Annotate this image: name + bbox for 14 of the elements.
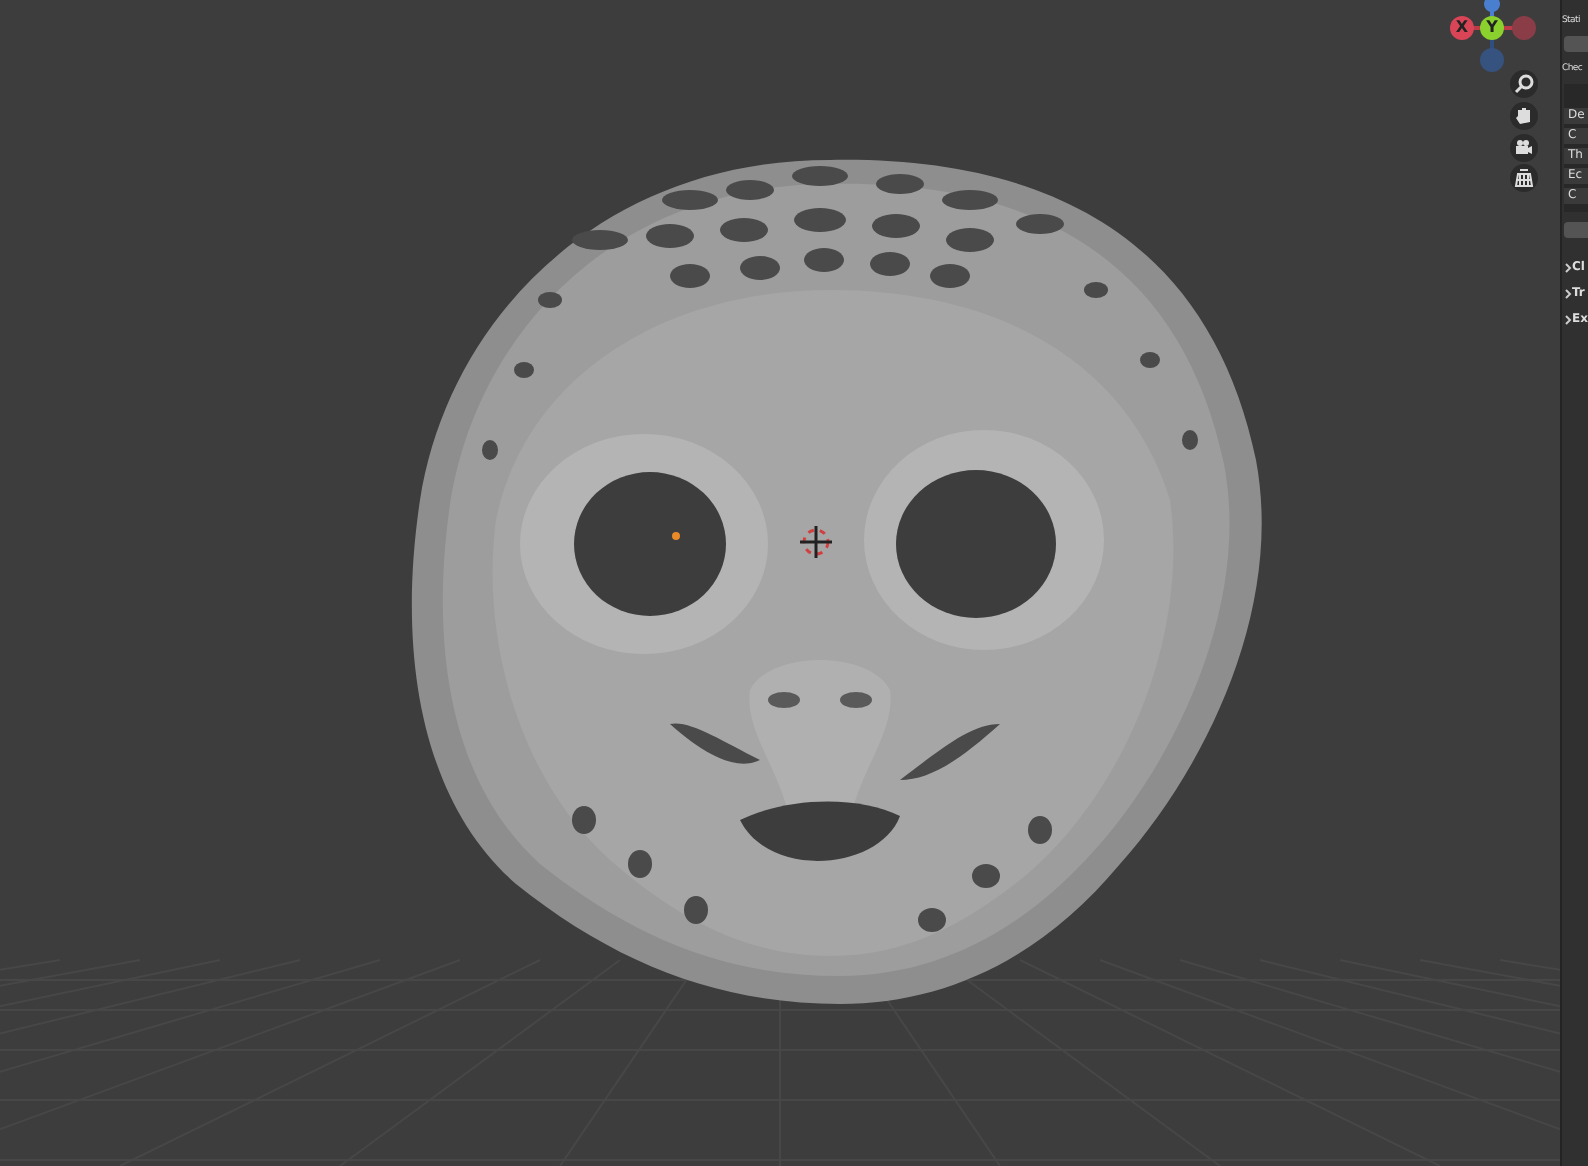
grid-icon[interactable] <box>1510 164 1538 192</box>
y-axis-handle[interactable]: Y <box>1480 16 1504 40</box>
z-axis-handle[interactable] <box>1484 0 1500 12</box>
negative-x-axis-handle[interactable] <box>1512 16 1536 40</box>
chevron-icon[interactable] <box>1564 287 1572 299</box>
chevron-icon[interactable] <box>1564 313 1572 325</box>
crosshair-icon <box>800 526 832 558</box>
hand-icon[interactable] <box>1510 102 1538 130</box>
negative-z-axis-handle[interactable] <box>1480 48 1504 72</box>
origin-dot <box>672 532 680 540</box>
camera-icon[interactable] <box>1510 134 1538 162</box>
zoom-icon[interactable] <box>1510 70 1538 98</box>
x-axis-handle[interactable]: X <box>1450 16 1474 40</box>
chevron-icon[interactable] <box>1564 261 1572 273</box>
